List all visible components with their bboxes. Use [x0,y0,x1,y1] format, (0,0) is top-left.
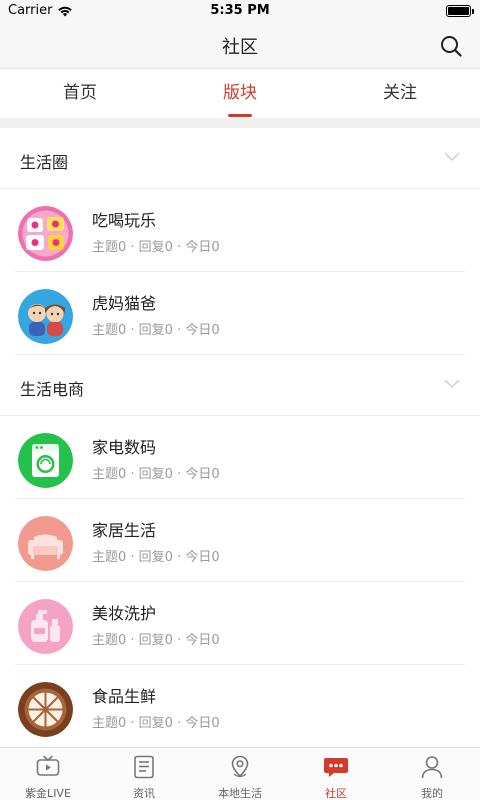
location-pin-icon [231,755,249,778]
forum-stats: 主题0 · 回复0 · 今日0 [92,716,220,731]
chevron-down-icon [444,152,460,162]
status-bar: Carrier 5:35 PM [0,0,480,22]
forum-stats: 主题0 · 回复0 · 今日0 [92,550,220,565]
forum-item-parents[interactable]: 虎妈猫爸 主题0 · 回复0 · 今日0 [0,272,480,355]
tab-home-label: 首页 [63,83,97,103]
bottom-tab-community[interactable]: 社区 [288,748,384,800]
segment-tabs: 首页 版块 关注 [0,70,480,118]
section-title: 生活电商 [20,380,85,399]
bottom-tab-me[interactable]: 我的 [384,748,480,800]
bottom-tab-local-life[interactable]: 本地生活 [192,748,288,800]
parents-icon [18,289,73,344]
section-header-life-circle[interactable]: 生活圈 [0,128,480,189]
tab-home[interactable]: 首页 [0,70,160,118]
cosmetics-icon [18,599,73,654]
forum-stats: 主题0 · 回复0 · 今日0 [92,240,220,255]
tab-following[interactable]: 关注 [320,70,480,118]
page-title: 社区 [222,37,258,58]
forum-name: 美妆洗护 [92,604,157,623]
forum-item-home-living[interactable]: 家居生活 主题0 · 回复0 · 今日0 [0,499,480,582]
bottom-tab-label: 我的 [421,787,443,800]
forum-name: 虎妈猫爸 [92,294,157,313]
tv-icon [36,755,60,776]
forum-stats: 主题0 · 回复0 · 今日0 [92,467,220,482]
section-title: 生活圈 [20,153,69,172]
bottom-tab-label: 紫金LIVE [25,787,71,800]
bottom-tab-bar: 紫金LIVE 资讯 本地生活 社区 我的 [0,747,480,800]
forum-item-appliances-digital[interactable]: 家电数码 主题0 · 回复0 · 今日0 [0,416,480,499]
tab-following-label: 关注 [383,83,417,103]
tab-boards-label: 版块 [223,83,257,103]
forum-name: 家居生活 [92,521,157,540]
board-list: 生活圈 吃喝玩乐 主题0 · 回复0 · 今日0 虎妈猫爸 主题0 · 回复0 … [0,128,480,748]
user-icon [421,756,443,779]
section-header-life-ecommerce[interactable]: 生活电商 [0,355,480,416]
forum-stats: 主题0 · 回复0 · 今日0 [92,323,220,338]
divider [0,118,480,128]
bottom-tab-zijin-live[interactable]: 紫金LIVE [0,748,96,800]
bottom-tab-label: 本地生活 [218,787,262,800]
bottom-tab-label: 资讯 [133,787,155,800]
sofa-icon [18,516,73,571]
active-tab-indicator [228,114,252,117]
status-time: 5:35 PM [210,3,270,18]
eat-drink-play-icon [18,206,73,261]
news-icon [134,755,154,779]
search-icon[interactable] [439,34,463,58]
battery-icon [446,5,474,17]
bottom-tab-news[interactable]: 资讯 [96,748,192,800]
forum-name: 吃喝玩乐 [92,211,157,230]
forum-name: 家电数码 [92,438,157,457]
navigation-bar: 社区 [0,22,480,69]
washing-machine-icon [18,433,73,488]
tab-boards[interactable]: 版块 [160,70,320,118]
forum-item-fresh-food[interactable]: 食品生鲜 主题0 · 回复0 · 今日0 [0,665,480,748]
forum-item-beauty-care[interactable]: 美妆洗护 主题0 · 回复0 · 今日0 [0,582,480,665]
bottom-tab-label: 社区 [325,787,347,800]
chevron-down-icon [444,379,460,389]
forum-name: 食品生鲜 [92,687,157,706]
chat-bubble-icon [324,758,348,777]
forum-stats: 主题0 · 回复0 · 今日0 [92,633,220,648]
fruit-icon [18,682,73,737]
forum-item-eat-drink-play[interactable]: 吃喝玩乐 主题0 · 回复0 · 今日0 [0,189,480,272]
